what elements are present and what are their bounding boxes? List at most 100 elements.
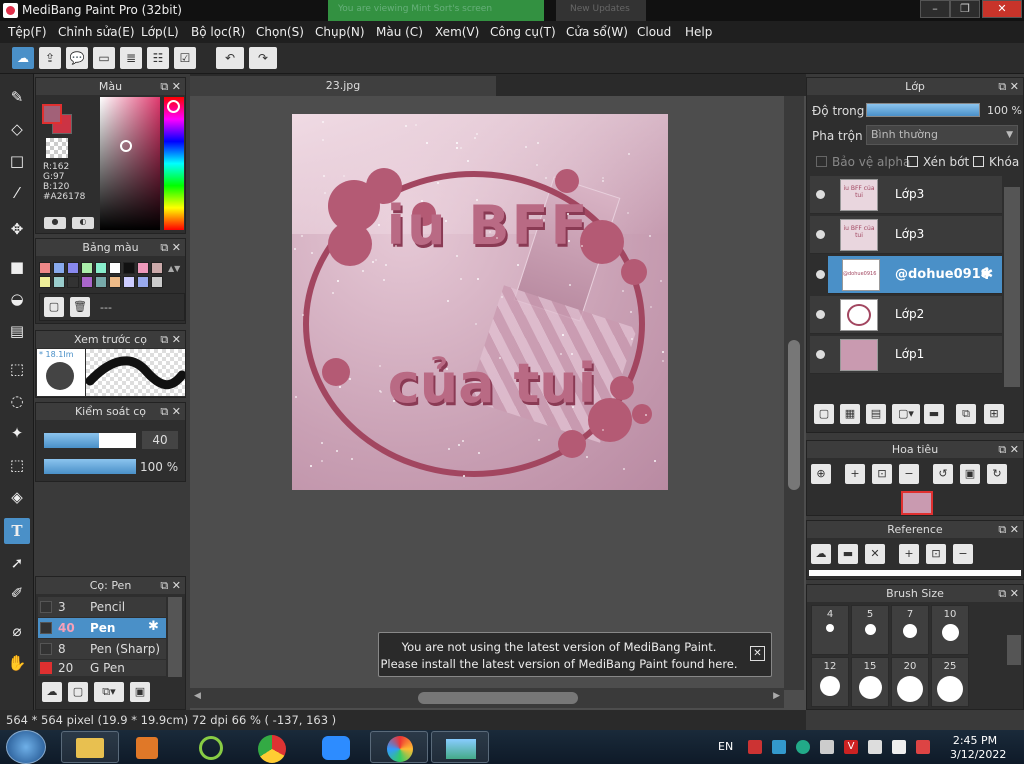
zoom-in-icon[interactable]: + [845,464,865,484]
menu-edit[interactable]: Chỉnh sửa(E) [58,25,135,39]
new-halftone-layer-icon[interactable]: ▦ [840,404,860,424]
layer-panel-close-icon[interactable]: ⧉ ✕ [998,78,1019,95]
rectangle-tool-icon[interactable]: □ [4,148,30,174]
palette-swatch[interactable] [95,276,107,288]
tray-icon[interactable] [748,740,762,754]
panel-close-icon[interactable]: ⧉ ✕ [160,78,181,95]
open-folder-icon[interactable]: ▬ [838,544,858,564]
chat-icon[interactable]: ▭ [93,47,115,69]
brush-size-cell[interactable]: 4 [811,605,849,655]
rotate-right-icon[interactable]: ↻ [987,464,1007,484]
menu-view[interactable]: Xem(V) [435,25,479,39]
menu-cloud[interactable]: Cloud [637,25,671,39]
lasso-tool-icon[interactable]: ◌ [4,388,30,414]
brush-size-cell[interactable]: 10 [931,605,969,655]
brush-size-close-icon[interactable]: ⧉ ✕ [998,585,1019,602]
hue-cursor[interactable] [167,100,180,113]
text-tool-icon[interactable]: T [4,518,30,544]
app-icon-green[interactable] [183,731,241,763]
tray-icon[interactable] [820,740,834,754]
explorer-icon[interactable] [61,731,119,763]
gradient-tool-icon[interactable]: ▤ [4,318,30,344]
brush-item[interactable]: 3 Pencil [38,597,166,617]
palette-swatch[interactable] [81,262,93,274]
select-eraser-icon[interactable]: ◈ [4,484,30,510]
minimize-button[interactable]: – [920,0,950,18]
canvas-workspace[interactable]: iu BFF của tui [190,96,806,710]
layer-row[interactable]: Lớp2 [810,296,1002,334]
horizontal-scrollbar[interactable]: ◀ ▶ [190,688,784,708]
navigator-preview[interactable] [901,491,933,515]
color-wheel-icon[interactable]: ◐ [72,217,94,229]
menu-select[interactable]: Chọn(S) [256,25,304,39]
fill-rect-tool-icon[interactable]: ■ [4,254,30,280]
layer-row[interactable]: iu BFF của tui Lớp3 [810,176,1002,214]
scroll-right-icon[interactable]: ▶ [773,691,780,701]
select-tool-icon[interactable]: ⬚ [4,356,30,382]
brush-item[interactable]: 20 G Pen [38,660,166,676]
brush-size-cell[interactable]: 25 [931,657,969,707]
comment-icon[interactable]: 💬 [66,47,88,69]
visibility-icon[interactable] [816,350,825,359]
divide-tool-icon[interactable]: ✐ [4,580,30,606]
brush-list-close-icon[interactable]: ⧉ ✕ [160,577,181,594]
bucket-tool-icon[interactable]: ◒ [4,286,30,312]
language-indicator[interactable]: EN [718,740,733,753]
document-tab[interactable]: 23.jpg [190,76,496,96]
brush-opacity-slider[interactable] [44,459,136,474]
brush-size-scrollbar[interactable] [1007,635,1021,665]
eraser-tool-icon[interactable]: ◇ [4,116,30,142]
palette-swatch[interactable] [53,262,65,274]
menu-capture[interactable]: Chụp(N) [315,25,365,39]
fit-icon[interactable]: ⊡ [872,464,892,484]
undo-icon[interactable]: ↶ [216,47,244,69]
palette-swatch[interactable] [67,276,79,288]
primary-color-front[interactable] [42,104,62,124]
move-tool-icon[interactable]: ✥ [4,216,30,242]
protect-alpha-checkbox[interactable] [816,156,827,167]
palette-swatch[interactable] [67,262,79,274]
palette-scroll-icon[interactable]: ▲▼ [168,264,182,276]
duplicate-layer-icon[interactable]: ⧉ [956,404,976,424]
layer-row[interactable]: Lớp1 [810,336,1002,374]
magic-wand-icon[interactable]: ✦ [4,420,30,446]
brush-size-cell[interactable]: 7 [891,605,929,655]
menu-file[interactable]: Tệp(F) [8,25,47,39]
menu-window[interactable]: Cửa sổ(W) [566,25,628,39]
redo-icon[interactable]: ↷ [249,47,277,69]
new-palette-icon[interactable]: ▢ [44,297,64,317]
palette-swatch[interactable] [123,262,135,274]
vertical-scroll-thumb[interactable] [788,340,800,490]
palette-swatch[interactable] [53,276,65,288]
scroll-left-icon[interactable]: ◀ [194,691,201,701]
brush-size-cell[interactable]: 20 [891,657,929,707]
visibility-icon[interactable] [816,230,825,239]
layer-type-menu-icon[interactable]: ▢▾ [892,404,920,424]
palette-swatch[interactable] [95,262,107,274]
document-icon[interactable]: ≣ [120,47,142,69]
action-center-icon[interactable] [916,740,930,754]
delete-palette-icon[interactable]: 🗑 [70,297,90,317]
menu-color[interactable]: Màu (C) [376,25,423,39]
hue-slider[interactable] [164,97,184,230]
ref-zoom-in-icon[interactable]: + [899,544,919,564]
navigator-close-icon[interactable]: ⧉ ✕ [998,441,1019,458]
notice-line-2[interactable]: Please install the latest version of Med… [379,657,739,671]
visibility-icon[interactable] [816,310,825,319]
list-icon[interactable]: ☷ [147,47,169,69]
palette-swatch[interactable] [39,276,51,288]
close-button[interactable]: ✕ [982,0,1022,18]
notice-close-icon[interactable]: ✕ [750,646,765,661]
eyedropper-tool-icon[interactable]: ⌀ [4,618,30,644]
brush-tool-icon[interactable]: ✎ [4,84,30,110]
menu-help[interactable]: Help [685,25,712,39]
brush-size-slider[interactable] [44,433,136,448]
tray-icon[interactable] [796,740,810,754]
brush-item-selected[interactable]: 40 Pen ✱ [38,618,166,638]
palette-swatch[interactable] [137,276,149,288]
clock[interactable]: 2:45 PM 3/12/2022 [950,734,1006,762]
merge-layer-icon[interactable]: ⊞ [984,404,1004,424]
media-player-icon[interactable] [122,731,180,763]
lock-checkbox[interactable] [973,156,984,167]
update-notice[interactable]: You are not using the latest version of … [378,632,772,677]
